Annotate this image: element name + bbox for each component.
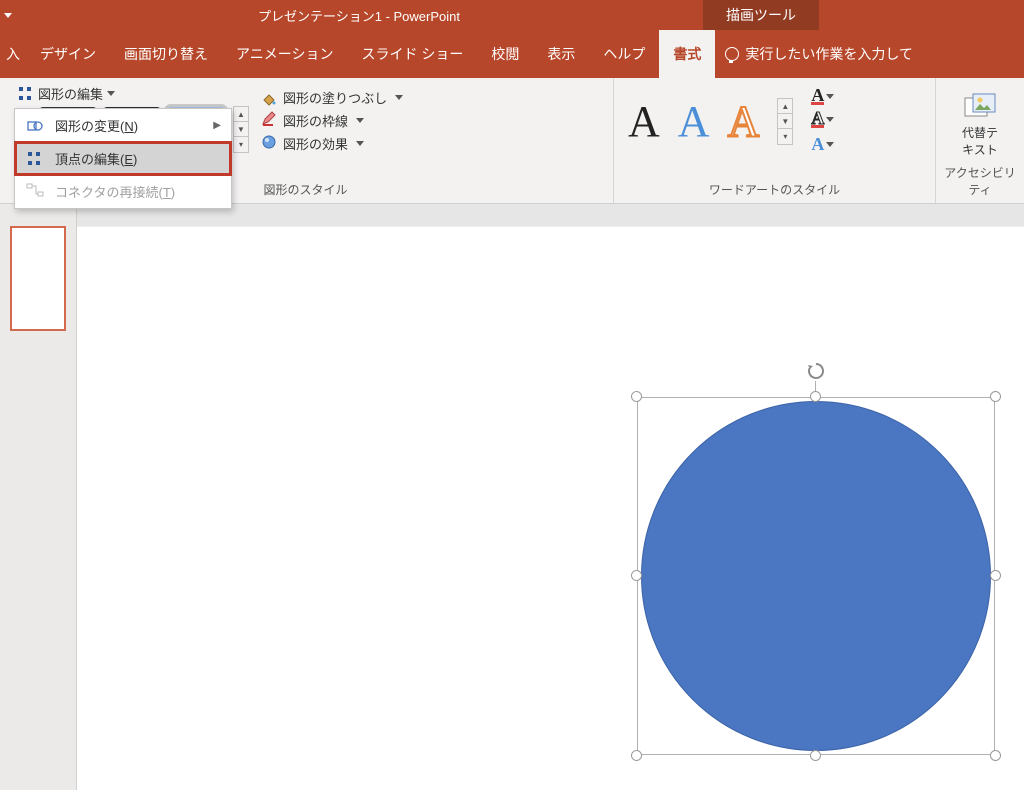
tab-format[interactable]: 書式 (659, 30, 715, 78)
wordart-style-3[interactable]: A (728, 100, 760, 144)
rotate-handle[interactable] (806, 361, 826, 381)
group-label-accessibility: アクセシビリティ (942, 162, 1018, 201)
pen-icon (261, 111, 277, 130)
qat-customize-icon[interactable] (0, 0, 15, 30)
slide-thumbnail-1[interactable] (10, 226, 66, 331)
menu-item-edit-points-label: 頂点の編集(E) (55, 149, 137, 168)
tab-review[interactable]: 校閲 (477, 30, 533, 78)
oval-shape[interactable] (641, 401, 991, 751)
group-label-wordart-styles: ワードアートのスタイル (620, 179, 929, 201)
tell-me-label: 実行したい作業を入力して (745, 44, 913, 64)
resize-handle-tl[interactable] (631, 391, 642, 402)
caret-up-icon: ▲ (234, 107, 248, 122)
alt-text-line2: キスト (962, 141, 998, 158)
contextual-tab-drawing-tools[interactable]: 描画ツール (703, 0, 819, 30)
selected-shape-bounding-box[interactable] (637, 397, 995, 755)
resize-handle-t[interactable] (810, 391, 821, 402)
chevron-down-icon (826, 117, 834, 122)
menu-item-change-shape[interactable]: 図形の変更(N) ▶ (15, 109, 231, 142)
text-effects-button[interactable]: A (811, 134, 834, 155)
caret-down-icon: ▼ (778, 114, 792, 129)
edit-shape-button[interactable]: 図形の編集 (14, 82, 119, 105)
menu-item-change-shape-label: 図形の変更(N) (55, 116, 138, 135)
edit-points-icon (25, 150, 45, 168)
text-fill-icon: A (811, 88, 824, 105)
shape-fill-button[interactable]: 図形の塗りつぶし (261, 88, 403, 107)
gallery-more-button[interactable]: ▲ ▼ ▾ (233, 106, 249, 153)
caret-down-bar-icon: ▾ (234, 137, 248, 152)
menu-item-edit-points[interactable]: 頂点の編集(E) (15, 142, 231, 175)
chevron-down-icon (395, 95, 403, 100)
resize-handle-b[interactable] (810, 750, 821, 761)
text-outline-button[interactable]: A (811, 111, 834, 128)
menu-item-reroute-label: コネクタの再接続(T) (55, 182, 175, 201)
title-bar: プレゼンテーション1 - PowerPoint 描画ツール (0, 0, 1024, 30)
shape-effects-label: 図形の効果 (283, 134, 348, 153)
tab-transitions[interactable]: 画面切り替え (110, 30, 222, 78)
tab-design[interactable]: デザイン (26, 30, 110, 78)
shape-fill-label: 図形の塗りつぶし (283, 88, 387, 107)
tab-animations[interactable]: アニメーション (222, 30, 347, 78)
wordart-style-2[interactable]: A (678, 100, 710, 144)
paint-bucket-icon (261, 91, 277, 105)
slide-canvas[interactable] (77, 226, 1024, 790)
caret-up-icon: ▲ (778, 99, 792, 114)
chevron-down-icon (356, 141, 364, 146)
resize-handle-bl[interactable] (631, 750, 642, 761)
edit-shape-menu: 図形の変更(N) ▶ 頂点の編集(E) コネクタの再接続(T) (14, 108, 232, 209)
edit-shape-label: 図形の編集 (38, 84, 103, 103)
resize-handle-br[interactable] (990, 750, 1001, 761)
workspace (0, 204, 1024, 790)
chevron-down-icon (107, 91, 115, 96)
text-fill-button[interactable]: A (811, 88, 834, 105)
alt-text-button[interactable]: 代替テ キスト (958, 92, 1002, 158)
resize-handle-r[interactable] (990, 570, 1001, 581)
tab-insert[interactable]: 入 (0, 30, 26, 78)
tab-view[interactable]: 表示 (533, 30, 589, 78)
tell-me-search[interactable]: 実行したい作業を入力して (715, 30, 923, 78)
slide-thumbnail-pane[interactable] (0, 204, 77, 790)
chevron-down-icon (826, 142, 834, 147)
resize-handle-tr[interactable] (990, 391, 1001, 402)
wordart-style-gallery[interactable]: A A A ▲ ▼ ▾ (620, 98, 801, 145)
submenu-arrow-icon: ▶ (213, 120, 221, 131)
window-title: プレゼンテーション1 - PowerPoint (15, 6, 703, 25)
tab-help[interactable]: ヘルプ (589, 30, 659, 78)
edit-shape-icon (18, 86, 34, 102)
lightbulb-icon (725, 47, 739, 61)
alt-text-line1: 代替テ (962, 124, 998, 141)
caret-down-bar-icon: ▾ (778, 129, 792, 144)
reroute-connectors-icon (25, 183, 45, 201)
ribbon-tabs: 入 デザイン 画面切り替え アニメーション スライド ショー 校閲 表示 ヘルプ… (0, 30, 1024, 78)
change-shape-icon (25, 117, 45, 135)
shape-effects-button[interactable]: 図形の効果 (261, 134, 403, 153)
wordart-more-button[interactable]: ▲ ▼ ▾ (777, 98, 793, 145)
effects-icon (261, 134, 277, 153)
menu-item-reroute-connectors: コネクタの再接続(T) (15, 175, 231, 208)
caret-down-icon: ▼ (234, 122, 248, 137)
tab-slideshow[interactable]: スライド ショー (347, 30, 477, 78)
shape-outline-button[interactable]: 図形の枠線 (261, 111, 403, 130)
chevron-down-icon (826, 94, 834, 99)
text-effects-icon: A (811, 134, 824, 155)
text-outline-icon: A (811, 111, 824, 128)
resize-handle-l[interactable] (631, 570, 642, 581)
shape-outline-label: 図形の枠線 (283, 111, 348, 130)
chevron-down-icon (356, 118, 364, 123)
alt-text-icon (963, 92, 997, 120)
wordart-style-1[interactable]: A (628, 100, 660, 144)
